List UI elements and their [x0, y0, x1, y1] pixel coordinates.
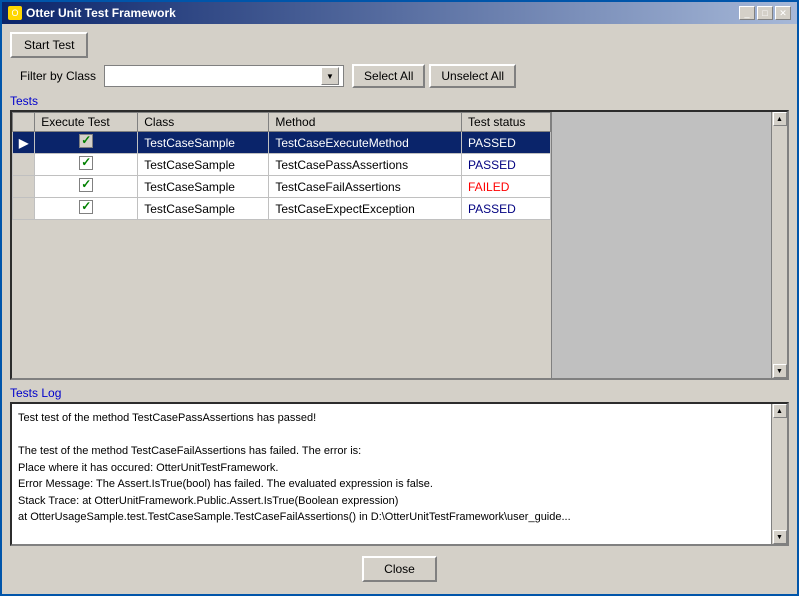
- class-cell: TestCaseSample: [138, 176, 269, 198]
- tests-table-wrapper: Execute Test Class Method Test status ▶T…: [12, 112, 551, 378]
- log-section: Tests Log Test test of the method TestCa…: [10, 386, 789, 546]
- tests-section-label: Tests: [10, 94, 789, 108]
- table-row[interactable]: TestCaseSampleTestCaseExpectExceptionPAS…: [13, 198, 551, 220]
- filter-select-row: Filter by Class ▼ Select All Unselect Al…: [10, 64, 789, 88]
- status-cell: PASSED: [462, 154, 551, 176]
- scroll-up-button[interactable]: ▲: [773, 112, 787, 126]
- table-row[interactable]: TestCaseSampleTestCaseFailAssertionsFAIL…: [13, 176, 551, 198]
- table-scrollbar: ▲ ▼: [771, 112, 787, 378]
- row-arrow-cell: [13, 154, 35, 176]
- unselect-all-button[interactable]: Unselect All: [429, 64, 516, 88]
- main-window: O Otter Unit Test Framework _ □ ✕ Start …: [0, 0, 799, 596]
- close-button[interactable]: Close: [362, 556, 437, 582]
- log-scroll-down-button[interactable]: ▼: [773, 530, 787, 544]
- row-arrow-cell: [13, 176, 35, 198]
- row-arrow-cell: [13, 198, 35, 220]
- select-buttons: Select All Unselect All: [352, 64, 516, 88]
- col-execute: Execute Test: [35, 113, 138, 132]
- method-cell: TestCaseExpectException: [269, 198, 462, 220]
- toolbar-row: Start Test: [10, 32, 789, 58]
- minimize-button[interactable]: _: [739, 6, 755, 20]
- status-cell: PASSED: [462, 132, 551, 154]
- log-scroll-up-button[interactable]: ▲: [773, 404, 787, 418]
- title-bar-buttons: _ □ ✕: [739, 6, 791, 20]
- class-cell: TestCaseSample: [138, 154, 269, 176]
- col-status: Test status: [462, 113, 551, 132]
- select-all-button[interactable]: Select All: [352, 64, 425, 88]
- filter-label: Filter by Class: [20, 69, 96, 83]
- class-cell: TestCaseSample: [138, 132, 269, 154]
- log-panel: Test test of the method TestCasePassAsse…: [10, 402, 789, 546]
- row-arrow-cell: ▶: [13, 132, 35, 154]
- tests-panel: Execute Test Class Method Test status ▶T…: [10, 110, 789, 380]
- close-window-button[interactable]: ✕: [775, 6, 791, 20]
- log-section-label: Tests Log: [10, 386, 789, 400]
- col-class: Class: [138, 113, 269, 132]
- table-row[interactable]: ▶ TestCaseSampleTestCaseExecuteMethodPASS…: [13, 132, 551, 154]
- log-text: Test test of the method TestCasePassAsse…: [12, 404, 771, 544]
- gray-panel: [551, 112, 771, 378]
- title-bar-left: O Otter Unit Test Framework: [8, 6, 176, 20]
- title-bar: O Otter Unit Test Framework _ □ ✕: [2, 2, 797, 24]
- footer-row: Close: [10, 552, 789, 586]
- maximize-button[interactable]: □: [757, 6, 773, 20]
- combo-dropdown-arrow[interactable]: ▼: [321, 67, 339, 85]
- tests-table: Execute Test Class Method Test status ▶T…: [12, 112, 551, 220]
- execute-test-cell[interactable]: [35, 176, 138, 198]
- execute-test-cell[interactable]: [35, 154, 138, 176]
- table-row[interactable]: TestCaseSampleTestCasePassAssertionsPASS…: [13, 154, 551, 176]
- tests-section: Tests Execute Test Class Method Test sta…: [10, 94, 789, 380]
- log-scrollbar: ▲ ▼: [771, 404, 787, 544]
- window-body: Start Test Filter by Class ▼ Select All …: [2, 24, 797, 594]
- method-cell: TestCasePassAssertions: [269, 154, 462, 176]
- execute-test-cell[interactable]: [35, 198, 138, 220]
- class-cell: TestCaseSample: [138, 198, 269, 220]
- col-arrow: [13, 113, 35, 132]
- scroll-down-button[interactable]: ▼: [773, 364, 787, 378]
- filter-combo[interactable]: ▼: [104, 65, 344, 87]
- start-test-button[interactable]: Start Test: [10, 32, 88, 58]
- col-method: Method: [269, 113, 462, 132]
- method-cell: TestCaseExecuteMethod: [269, 132, 462, 154]
- window-title: Otter Unit Test Framework: [26, 6, 176, 20]
- status-cell: FAILED: [462, 176, 551, 198]
- method-cell: TestCaseFailAssertions: [269, 176, 462, 198]
- execute-test-cell[interactable]: [35, 132, 138, 154]
- status-cell: PASSED: [462, 198, 551, 220]
- app-icon: O: [8, 6, 22, 20]
